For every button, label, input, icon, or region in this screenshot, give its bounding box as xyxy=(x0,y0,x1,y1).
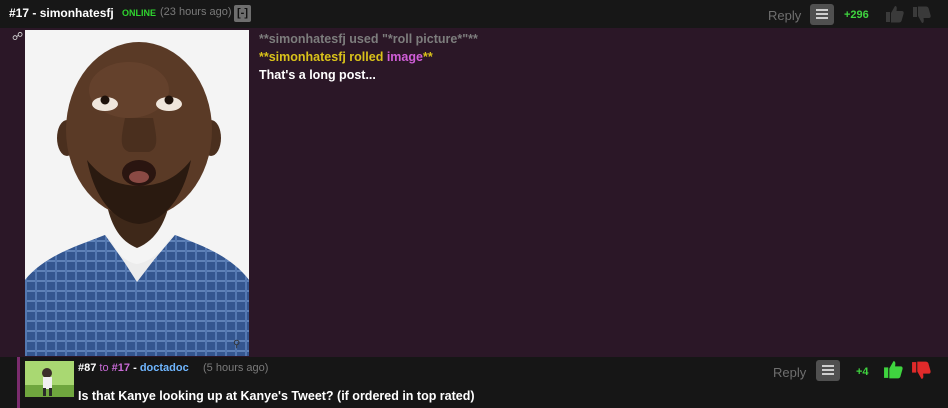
online-status: ONLINE xyxy=(122,8,157,18)
timestamp: (5 hours ago) xyxy=(203,362,269,374)
comment-number[interactable]: #87 xyxy=(78,362,96,374)
menu-icon[interactable] xyxy=(810,4,834,25)
comment-meta: #87 to #17 - doctadoc xyxy=(78,362,189,374)
zoom-icon[interactable]: ⚲ xyxy=(233,339,240,350)
reply-button[interactable]: Reply xyxy=(768,8,801,23)
roll-image-link[interactable]: image xyxy=(387,50,423,64)
thumb-down-icon[interactable] xyxy=(912,5,932,25)
comment-body: That's a long post... xyxy=(259,68,376,82)
avatar-image xyxy=(25,361,74,397)
roll-command-line: **simonhatesfj used "*roll picture*"** xyxy=(259,32,478,46)
comment-body: Is that Kanye looking up at Kanye's Twee… xyxy=(78,389,475,403)
avatar[interactable] xyxy=(25,361,74,397)
picture-icon: ☍ xyxy=(12,31,24,43)
reply-button[interactable]: Reply xyxy=(773,365,806,380)
rolled-image[interactable]: ⚲ xyxy=(25,30,249,356)
thumb-up-icon[interactable] xyxy=(883,359,904,380)
thumb-down-icon[interactable] xyxy=(911,360,932,381)
comment-number[interactable]: #17 xyxy=(9,6,29,20)
username-link[interactable]: simonhatesfj xyxy=(40,6,114,20)
collapse-button[interactable]: [-] xyxy=(234,5,251,22)
comment-87: #87 to #17 - doctadoc (5 hours ago) Repl… xyxy=(0,357,948,408)
score: +4 xyxy=(856,366,869,378)
comment-17: #17 - simonhatesfj ONLINE (23 hours ago)… xyxy=(0,0,948,357)
man-looking-up-illustration xyxy=(25,30,249,356)
parent-comment-link[interactable]: #17 xyxy=(112,362,130,374)
comment-header: #17 - simonhatesfj ONLINE (23 hours ago)… xyxy=(0,0,948,28)
comment-meta: #17 - simonhatesfj xyxy=(9,6,114,20)
reply-indent-bar xyxy=(17,357,20,408)
to-label: to xyxy=(99,362,109,374)
score: +296 xyxy=(844,9,869,21)
separator: - xyxy=(32,6,37,20)
timestamp: (23 hours ago) xyxy=(160,6,232,18)
username-link[interactable]: doctadoc xyxy=(140,362,189,374)
roll-result-text: **simonhatesfj rolled xyxy=(259,50,387,64)
separator: - xyxy=(133,362,137,374)
thumb-up-icon[interactable] xyxy=(885,4,905,24)
roll-result-suffix: ** xyxy=(422,50,433,64)
roll-result-line: **simonhatesfj rolled image** xyxy=(259,50,433,64)
menu-icon[interactable] xyxy=(816,360,840,381)
